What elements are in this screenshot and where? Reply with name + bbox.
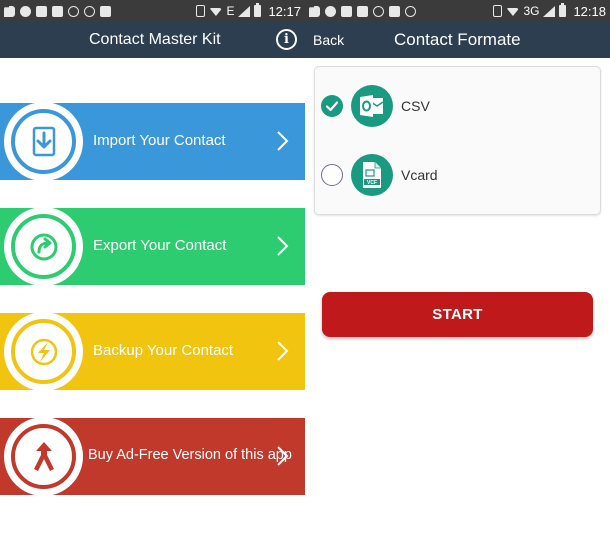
network-type: E	[226, 4, 235, 18]
mail-icon	[100, 5, 111, 17]
app-bar: Contact Master Kit i	[0, 22, 305, 58]
vibrate-icon	[196, 5, 206, 17]
vcard-radio[interactable]	[321, 164, 343, 186]
chevron-right-icon	[277, 446, 289, 466]
chevron-right-icon	[277, 341, 289, 361]
format-option-vcard[interactable]: VCF Vcard	[315, 144, 600, 204]
status-bar: E 12:17	[0, 0, 305, 22]
screen-title: Contact Formate	[394, 30, 521, 49]
signal-icon	[543, 5, 556, 17]
outlook-icon	[351, 85, 393, 127]
bug-icon	[325, 5, 336, 17]
vcf-file-icon: VCF	[351, 154, 393, 196]
backup-contact-button[interactable]: Backup Your Contact	[0, 312, 305, 391]
messages-icon	[308, 2, 320, 17]
export-contact-button[interactable]: Export Your Contact	[0, 207, 305, 286]
merge-arrow-icon	[11, 424, 76, 489]
main-screen: E 12:17 Contact Master Kit i Import Your…	[0, 0, 305, 542]
news-icon	[357, 5, 368, 17]
buy-label: Buy Ad-Free Version of this app	[88, 447, 292, 463]
backup-icon	[11, 319, 76, 384]
wifi-icon	[506, 8, 520, 16]
format-options-card: CSV VCF Vcard	[314, 66, 601, 215]
messages-icon	[3, 2, 15, 17]
buy-icon-badge	[4, 417, 83, 496]
format-option-csv[interactable]: CSV	[315, 75, 600, 135]
status-time: 12:17	[268, 3, 301, 19]
telegram-icon	[68, 5, 79, 17]
status-bar: 3G 12:18	[305, 0, 610, 22]
import-label: Import Your Contact	[93, 132, 226, 149]
vibrate-icon	[493, 5, 503, 17]
news-icon	[52, 5, 63, 17]
battery-icon	[559, 3, 567, 17]
import-icon	[11, 109, 76, 174]
facebook-icon	[36, 5, 47, 17]
navigation-icon	[84, 5, 95, 17]
backup-icon-badge	[4, 312, 83, 391]
export-icon-badge	[4, 207, 83, 286]
back-button[interactable]: Back	[313, 32, 344, 48]
facebook-icon	[341, 5, 352, 17]
telegram-icon	[373, 5, 384, 17]
csv-radio[interactable]	[321, 95, 343, 117]
navigation-icon	[405, 5, 416, 17]
csv-label: CSV	[401, 98, 430, 114]
start-button[interactable]: START	[322, 292, 593, 337]
status-time: 12:18	[573, 3, 606, 19]
check-icon	[325, 101, 339, 112]
chevron-right-icon	[277, 236, 289, 256]
backup-label: Backup Your Contact	[93, 342, 234, 359]
import-contact-button[interactable]: Import Your Contact	[0, 102, 305, 181]
format-screen: 3G 12:18 Back Contact Formate CSV	[305, 0, 610, 542]
app-bar: Back Contact Formate	[305, 22, 610, 58]
buy-ad-free-button[interactable]: Buy Ad-Free Version of this app	[0, 417, 305, 496]
export-icon	[11, 214, 76, 279]
network-type: 3G	[523, 4, 540, 18]
svg-text:VCF: VCF	[367, 180, 377, 186]
import-icon-badge	[4, 102, 83, 181]
bug-icon	[20, 5, 31, 17]
battery-icon	[254, 3, 262, 17]
vcard-label: Vcard	[401, 167, 438, 183]
info-icon[interactable]: i	[276, 29, 297, 50]
app-title: Contact Master Kit	[89, 31, 221, 48]
signal-icon	[238, 5, 251, 17]
export-label: Export Your Contact	[93, 237, 227, 254]
wifi-icon	[209, 8, 223, 16]
gallery-icon	[389, 5, 400, 17]
chevron-right-icon	[277, 131, 289, 151]
